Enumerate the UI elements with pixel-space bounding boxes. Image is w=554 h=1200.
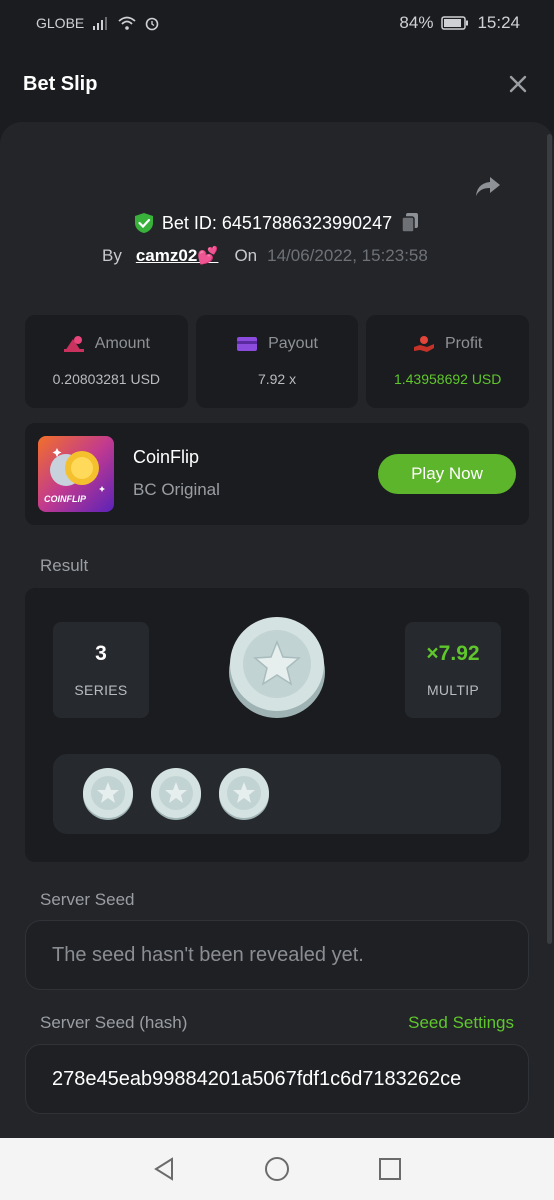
game-name: CoinFlip — [133, 447, 200, 467]
copy-icon[interactable] — [400, 212, 420, 234]
multiplier-value: ×7.92 — [426, 642, 480, 665]
share-icon[interactable] — [474, 174, 502, 200]
result-label: Result — [40, 556, 89, 575]
on-label: On — [234, 246, 258, 265]
hand-coin-icon — [414, 336, 434, 352]
battery-percent: 84% — [399, 13, 434, 32]
stat-value: 1.43958692 USD — [393, 371, 502, 387]
silver-coin-icon — [219, 768, 269, 820]
card-icon — [237, 337, 258, 351]
stat-label: Amount — [94, 335, 150, 352]
carrier-label: GLOBE — [36, 15, 85, 31]
clock: 15:24 — [477, 13, 520, 32]
system-nav-bar — [0, 1138, 554, 1200]
multiplier-label: MULTIP — [426, 682, 480, 698]
alarm-icon — [145, 17, 159, 31]
seed-settings-link[interactable]: Seed Settings — [408, 1013, 514, 1033]
play-now-button[interactable]: Play Now — [378, 454, 516, 494]
home-icon[interactable] — [264, 1156, 290, 1182]
server-seed-label: Server Seed — [40, 890, 135, 909]
game-thumb-title: COINFLIP — [44, 494, 86, 504]
series-tile: 3 SERIES — [53, 622, 149, 718]
server-seed-hash-label: Server Seed (hash) — [40, 1013, 188, 1032]
series-label: SERIES — [74, 682, 128, 698]
bet-detail-panel: Bet ID: 64517886323990247 By camz02💕 On … — [0, 122, 554, 1138]
server-seed-hash-field[interactable]: 278e45eab99884201a5067fdf1c6d7183262ce — [25, 1044, 529, 1114]
wifi-icon — [118, 16, 136, 30]
coins-icon — [63, 336, 84, 352]
result-box: 3 SERIES ×7.92 MULTIP — [25, 588, 529, 862]
bet-id-row: Bet ID: 64517886323990247 — [0, 212, 554, 234]
username-link[interactable]: camz02💕 — [136, 246, 219, 266]
silver-coin-icon — [229, 617, 325, 718]
close-button[interactable] — [504, 70, 532, 98]
game-thumbnail[interactable]: COINFLIP — [38, 436, 114, 512]
bet-id: Bet ID: 64517886323990247 — [161, 212, 393, 233]
silver-coin-icon — [151, 768, 201, 820]
bet-slip-header: Bet Slip — [0, 46, 554, 122]
silver-coin-icon — [83, 768, 133, 820]
server-seed-field[interactable]: The seed hasn't been revealed yet. — [25, 920, 529, 990]
stat-amount: Amount 0.20803281 USD — [25, 315, 188, 408]
stat-label: Profit — [445, 335, 483, 352]
bet-stats: Amount 0.20803281 USD Payout 7.92 x Prof… — [25, 315, 530, 408]
bet-author-row: By camz02💕 On 14/06/2022, 15:23:58 — [102, 246, 428, 266]
verified-shield-icon — [134, 213, 153, 233]
recents-icon[interactable] — [378, 1157, 402, 1181]
stat-value: 0.20803281 USD — [52, 371, 161, 387]
signal-icon — [93, 17, 108, 30]
close-icon — [509, 75, 527, 93]
stat-label: Payout — [268, 335, 318, 352]
page-title: Bet Slip — [23, 72, 98, 95]
stat-profit: Profit 1.43958692 USD — [366, 315, 530, 408]
status-bar: GLOBE 84% 15:24 — [0, 0, 554, 46]
battery-icon — [441, 16, 469, 30]
scrollbar[interactable] — [547, 134, 552, 944]
back-icon[interactable] — [152, 1157, 176, 1181]
game-card: COINFLIP CoinFlip BC Original Play Now — [25, 423, 529, 525]
bet-datetime: 14/06/2022, 15:23:58 — [267, 246, 428, 265]
multiplier-tile: ×7.92 MULTIP — [405, 622, 501, 718]
stat-payout: Payout 7.92 x — [195, 315, 359, 408]
game-subtitle: BC Original — [133, 480, 220, 499]
by-label: By — [102, 246, 122, 265]
series-value: 3 — [95, 642, 107, 665]
stat-value: 7.92 x — [257, 371, 297, 387]
coin-series-tray — [53, 754, 501, 834]
